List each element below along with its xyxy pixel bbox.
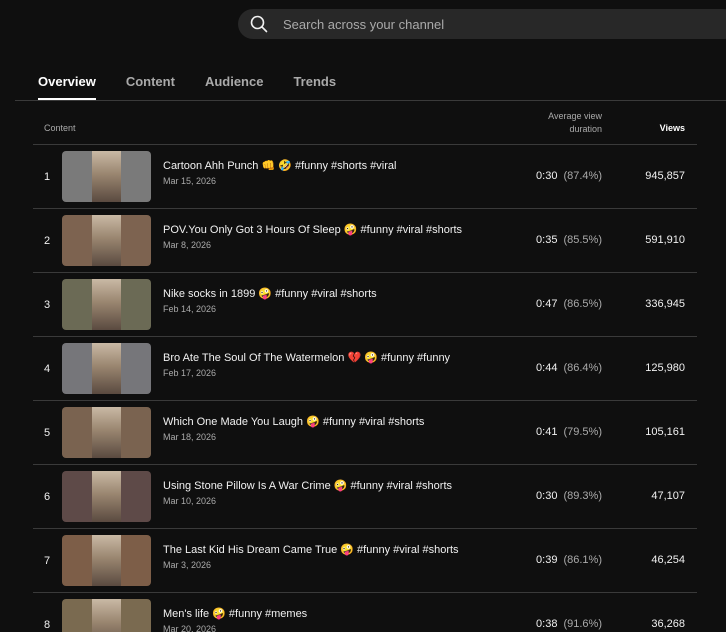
average-view-duration: 0:30 (87.4%) (536, 170, 602, 182)
average-view-duration: 0:41 (79.5%) (536, 426, 602, 438)
video-title[interactable]: Men's life 🤪 #funny #memes (163, 607, 307, 620)
column-header-avd-line2: duration (569, 124, 602, 134)
average-view-duration: 0:44 (86.4%) (536, 362, 602, 374)
top-content-table: Content Average view duration Views 1 Car… (33, 101, 697, 632)
views-value: 47,107 (651, 490, 685, 502)
table-row[interactable]: 1 Cartoon Ahh Punch 👊 🤣 #funny #shorts #v… (33, 145, 697, 209)
video-thumbnail[interactable] (62, 215, 151, 266)
views-value: 125,980 (645, 362, 685, 374)
duration-percent: (85.5%) (563, 234, 602, 246)
video-thumbnail[interactable] (62, 599, 151, 632)
table-row[interactable]: 6 Using Stone Pillow Is A War Crime 🤪 #fu… (33, 465, 697, 529)
thumbnail-frame (92, 151, 121, 202)
column-header-average-view-duration[interactable]: Average view duration (548, 110, 602, 136)
video-thumbnail[interactable] (62, 279, 151, 330)
duration-percent: (89.3%) (563, 490, 602, 502)
table-row[interactable]: 5 Which One Made You Laugh 🤪 #funny #vira… (33, 401, 697, 465)
table-row[interactable]: 3 Nike socks in 1899 🤪 #funny #viral #sho… (33, 273, 697, 337)
duration-value: 0:35 (536, 234, 558, 246)
table-row[interactable]: 7 The Last Kid His Dream Came True 🤪 #fun… (33, 529, 697, 593)
duration-percent: (79.5%) (563, 426, 602, 438)
table-row[interactable]: 4 Bro Ate The Soul Of The Watermelon 💔 🤪 … (33, 337, 697, 401)
row-rank: 1 (44, 171, 51, 183)
duration-percent: (87.4%) (563, 170, 602, 182)
duration-percent: (86.1%) (563, 554, 602, 566)
duration-percent: (91.6%) (563, 618, 602, 630)
video-title[interactable]: Which One Made You Laugh 🤪 #funny #viral… (163, 415, 424, 428)
column-header-views[interactable]: Views (660, 123, 685, 133)
duration-value: 0:38 (536, 618, 558, 630)
video-title[interactable]: Cartoon Ahh Punch 👊 🤣 #funny #shorts #vi… (163, 159, 396, 172)
video-thumbnail[interactable] (62, 407, 151, 458)
video-date: Mar 10, 2026 (163, 496, 217, 506)
thumbnail-frame (92, 343, 121, 394)
views-value: 591,910 (645, 234, 685, 246)
views-value: 945,857 (645, 170, 685, 182)
views-value: 36,268 (651, 618, 685, 630)
video-title[interactable]: Bro Ate The Soul Of The Watermelon 💔 🤪 #… (163, 351, 450, 364)
search-icon[interactable] (249, 14, 269, 34)
views-value: 46,254 (651, 554, 685, 566)
duration-value: 0:44 (536, 362, 558, 374)
average-view-duration: 0:30 (89.3%) (536, 490, 602, 502)
video-title[interactable]: The Last Kid His Dream Came True 🤪 #funn… (163, 543, 459, 556)
column-header-avd-line1: Average view (548, 111, 602, 121)
row-rank: 7 (44, 555, 51, 567)
row-rank: 5 (44, 427, 51, 439)
column-header-content: Content (44, 123, 76, 133)
duration-value: 0:30 (536, 490, 558, 502)
video-thumbnail[interactable] (62, 471, 151, 522)
analytics-page: Overview Content Audience Trends Content… (0, 0, 726, 632)
row-rank: 6 (44, 491, 51, 503)
thumbnail-frame (92, 279, 121, 330)
thumbnail-frame (92, 535, 121, 586)
video-date: Mar 20, 2026 (163, 624, 217, 632)
video-date: Feb 17, 2026 (163, 368, 217, 378)
row-rank: 2 (44, 235, 51, 247)
tab-trends[interactable]: Trends (293, 74, 336, 100)
video-date: Feb 14, 2026 (163, 304, 217, 314)
duration-percent: (86.5%) (563, 298, 602, 310)
thumbnail-frame (92, 599, 121, 632)
tab-overview[interactable]: Overview (38, 74, 96, 100)
search-bar[interactable] (238, 9, 726, 39)
video-thumbnail[interactable] (62, 151, 151, 202)
duration-percent: (86.4%) (563, 362, 602, 374)
video-date: Mar 8, 2026 (163, 240, 212, 250)
tab-bar: Overview Content Audience Trends (38, 74, 366, 100)
table-row[interactable]: 8 Men's life 🤪 #funny #memes Mar 20, 2026 0… (33, 593, 697, 632)
average-view-duration: 0:47 (86.5%) (536, 298, 602, 310)
thumbnail-frame (92, 407, 121, 458)
video-date: Mar 15, 2026 (163, 176, 217, 186)
average-view-duration: 0:35 (85.5%) (536, 234, 602, 246)
thumbnail-frame (92, 471, 121, 522)
average-view-duration: 0:38 (91.6%) (536, 618, 602, 630)
tab-content[interactable]: Content (126, 74, 175, 100)
tab-audience[interactable]: Audience (205, 74, 264, 100)
video-thumbnail[interactable] (62, 535, 151, 586)
row-rank: 8 (44, 619, 51, 631)
video-thumbnail[interactable] (62, 343, 151, 394)
table-header: Content Average view duration Views (33, 101, 697, 145)
views-value: 336,945 (645, 298, 685, 310)
thumbnail-frame (92, 215, 121, 266)
duration-value: 0:39 (536, 554, 558, 566)
video-title[interactable]: Using Stone Pillow Is A War Crime 🤪 #fun… (163, 479, 452, 492)
duration-value: 0:47 (536, 298, 558, 310)
duration-value: 0:41 (536, 426, 558, 438)
table-row[interactable]: 2 POV.You Only Got 3 Hours Of Sleep 🤪 #fu… (33, 209, 697, 273)
video-title[interactable]: POV.You Only Got 3 Hours Of Sleep 🤪 #fun… (163, 223, 462, 236)
video-date: Mar 3, 2026 (163, 560, 212, 570)
views-value: 105,161 (645, 426, 685, 438)
duration-value: 0:30 (536, 170, 558, 182)
video-date: Mar 18, 2026 (163, 432, 217, 442)
average-view-duration: 0:39 (86.1%) (536, 554, 602, 566)
video-title[interactable]: Nike socks in 1899 🤪 #funny #viral #shor… (163, 287, 377, 300)
search-input[interactable] (281, 15, 685, 33)
row-rank: 3 (44, 299, 51, 311)
row-rank: 4 (44, 363, 51, 375)
